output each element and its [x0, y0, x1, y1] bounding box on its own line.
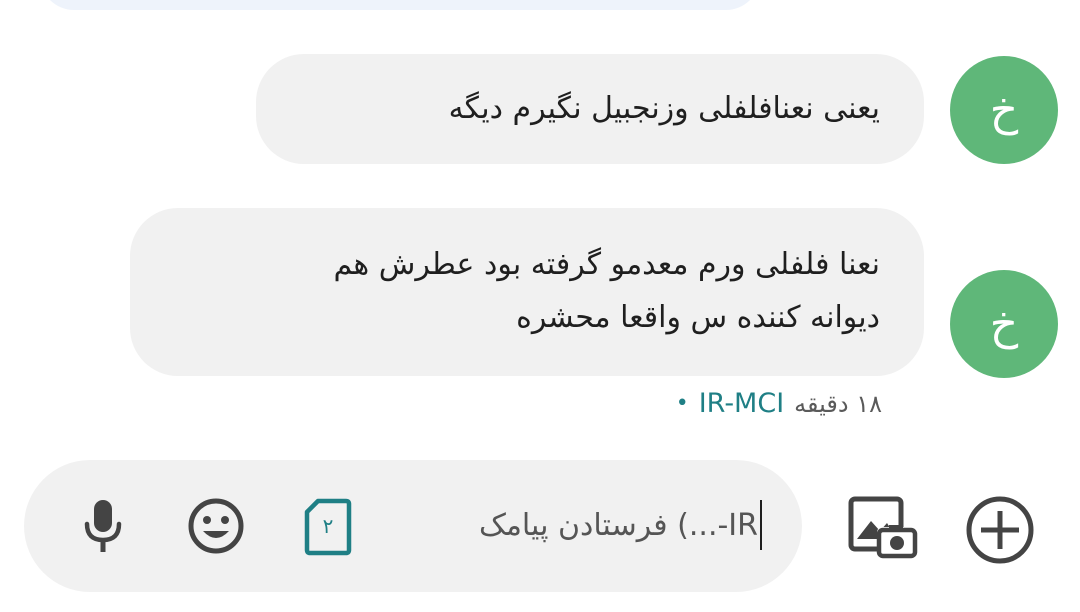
avatar-letter: خ: [989, 84, 1019, 136]
message-text: یعنی نعنافلفلی وزنجبیل نگیرم دیگه: [448, 91, 880, 126]
gallery-camera-icon[interactable]: [846, 494, 920, 560]
message-text-line: دیوانه کننده س واقعا محشره: [516, 300, 880, 335]
compose-field[interactable]: فرستادن پیامک (...-IR: [24, 460, 802, 592]
previous-message-bubble: [40, 0, 760, 10]
sim-card-icon[interactable]: ۲: [300, 496, 356, 558]
message-meta: • IR-MCI ۱۸ دقیقه: [676, 388, 882, 419]
compose-placeholder[interactable]: فرستادن پیامک (...-IR: [479, 500, 762, 550]
text-cursor: [760, 500, 762, 550]
message-time: ۱۸ دقیقه: [794, 389, 882, 418]
meta-separator: •: [675, 391, 689, 416]
message-text-line: نعنا فلفلی ورم معدمو گرفته بود عطرش هم: [333, 247, 880, 282]
sender-avatar[interactable]: خ: [950, 56, 1058, 164]
message-bubble[interactable]: نعنا فلفلی ورم معدمو گرفته بود عطرش هم د…: [130, 208, 924, 376]
microphone-icon[interactable]: [72, 495, 134, 557]
message-bubble[interactable]: یعنی نعنافلفلی وزنجبیل نگیرم دیگه: [256, 54, 924, 164]
carrier-label: IR-MCI: [698, 388, 785, 419]
add-circle-icon[interactable]: [962, 492, 1038, 568]
sender-avatar[interactable]: خ: [950, 270, 1058, 378]
sim-number: ۲: [322, 514, 334, 538]
avatar-letter: خ: [989, 298, 1019, 350]
emoji-icon[interactable]: [185, 495, 247, 557]
